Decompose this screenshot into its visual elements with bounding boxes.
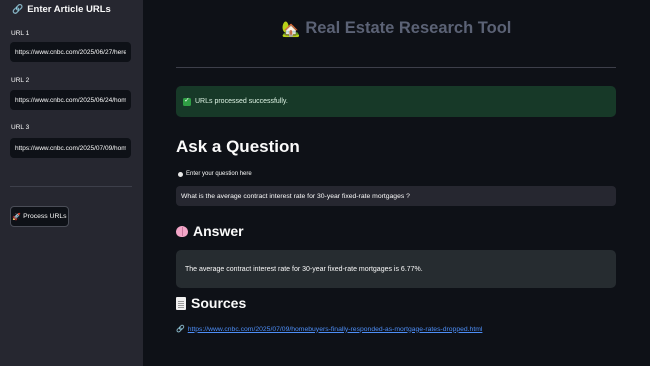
sidebar-header-label: Enter Article URLs xyxy=(27,4,111,15)
rocket-icon: 🚀 xyxy=(12,213,22,221)
url-1-label: URL 1 xyxy=(11,30,30,37)
url-3-input[interactable] xyxy=(10,138,131,158)
question-input[interactable] xyxy=(176,186,616,206)
sources-heading: Sources xyxy=(176,295,246,311)
sidebar-divider xyxy=(10,186,132,187)
url-1-input[interactable] xyxy=(10,42,131,62)
title-divider xyxy=(176,67,616,68)
url-2-input[interactable] xyxy=(10,90,131,110)
question-label-text: Enter your question here xyxy=(186,171,252,177)
ask-question-heading: Ask a Question xyxy=(176,137,300,156)
sidebar-header: 🔗 Enter Article URLs xyxy=(12,4,111,15)
url-3-label: URL 3 xyxy=(11,124,30,131)
success-alert: ✓ URLs processed successfully. xyxy=(176,86,616,117)
process-urls-button[interactable]: 🚀 Process URLs xyxy=(10,206,69,227)
bullet-icon xyxy=(178,171,183,177)
main-content: 🏡 Real Estate Research Tool ✓ URLs proce… xyxy=(143,0,650,366)
process-urls-label: Process URLs xyxy=(23,213,67,220)
sources-heading-text: Sources xyxy=(191,295,247,311)
source-item: 🔗 https://www.cnbc.com/2025/07/09/homebu… xyxy=(176,325,483,334)
answer-heading-text: Answer xyxy=(193,223,244,239)
checkmark-icon: ✓ xyxy=(183,97,191,106)
document-icon xyxy=(176,296,186,310)
success-message: URLs processed successfully. xyxy=(195,98,288,105)
page-title-text: Real Estate Research Tool xyxy=(305,19,512,37)
question-label: Enter your question here xyxy=(178,171,252,177)
link-icon: 🔗 xyxy=(12,4,24,14)
brain-icon xyxy=(176,225,188,237)
answer-box: The average contract interest rate for 3… xyxy=(176,250,616,288)
house-icon: 🏡 xyxy=(281,20,301,38)
sidebar: 🔗 Enter Article URLs URL 1 URL 2 URL 3 🚀… xyxy=(0,0,143,366)
page-title: 🏡 Real Estate Research Tool xyxy=(143,19,650,38)
link-icon: 🔗 xyxy=(176,326,185,333)
answer-heading: Answer xyxy=(176,223,244,239)
url-2-label: URL 2 xyxy=(11,77,30,84)
source-link[interactable]: https://www.cnbc.com/2025/07/09/homebuye… xyxy=(188,326,483,333)
answer-text: The average contract interest rate for 3… xyxy=(185,265,423,273)
